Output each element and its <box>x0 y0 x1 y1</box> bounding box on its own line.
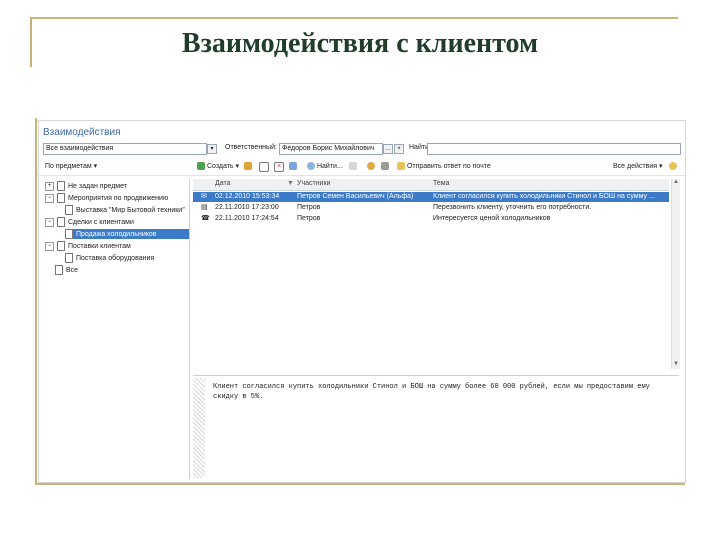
document-icon <box>65 205 73 215</box>
add-icon <box>197 162 205 171</box>
search-icon <box>307 162 315 170</box>
slide-rule-top <box>30 17 678 19</box>
create-button[interactable]: Создать ▾ <box>197 162 239 171</box>
document-icon <box>57 193 65 203</box>
task-icon: ▤ <box>201 204 208 211</box>
tree-item-deliveries[interactable]: − Поставки клиентам <box>45 241 131 251</box>
slide-rule-bottom <box>35 483 685 485</box>
topic-tree: + Не задан предмет − Мероприятия по продви… <box>43 179 190 479</box>
copy-icon <box>259 162 269 172</box>
collapse-icon[interactable]: − <box>45 217 54 227</box>
table-row[interactable]: ✉ 02.12.2010 15:53:34 Петров Семен Васил… <box>193 192 669 202</box>
app-window: Взаимодействия Все взаимодействия ▾ Отве… <box>38 120 686 483</box>
document-icon <box>55 265 63 275</box>
refresh-icon <box>289 162 297 170</box>
table-header: Дата ▼ Участники Тема <box>193 179 669 191</box>
document-icon <box>65 253 73 263</box>
delete-icon: × <box>274 162 284 172</box>
column-date[interactable]: Дата <box>215 180 231 187</box>
tree-item-no-topic[interactable]: + Не задан предмет <box>45 181 127 191</box>
flag-icon <box>381 162 389 170</box>
help-icon <box>669 162 677 170</box>
tree-item-all[interactable]: Все <box>55 265 78 275</box>
table-row[interactable]: ☎ 22.11.2010 17:24:54 Петров Интересуетс… <box>193 214 669 224</box>
refresh-button[interactable] <box>289 162 297 170</box>
window-title: Взаимодействия <box>43 127 121 138</box>
responsible-clear-button[interactable]: × <box>394 144 404 154</box>
person-icon <box>367 162 375 170</box>
document-icon <box>57 241 65 251</box>
by-topic-menu[interactable]: По предметам ▾ <box>45 162 97 170</box>
reply-button[interactable]: Отправить ответ по почте <box>397 162 491 170</box>
find-button[interactable]: Найти... <box>307 162 343 170</box>
slide-title: Взаимодействия с клиентом <box>181 28 539 59</box>
delete-button[interactable]: × <box>274 162 284 172</box>
document-icon <box>57 181 65 191</box>
mail-icon: ✉ <box>201 193 207 200</box>
expand-icon[interactable]: + <box>45 181 54 191</box>
description-panel: Клиент согласился купить холодильники Ст… <box>193 375 679 480</box>
scroll-down-icon[interactable]: ▼ <box>672 361 680 369</box>
sort-icon[interactable]: ▼ <box>287 180 294 187</box>
view-select[interactable]: Все взаимодействия <box>43 143 207 155</box>
filter-bar: Все взаимодействия ▾ Ответственный: Федо… <box>43 143 681 155</box>
tree-item-fridge-sale[interactable]: Продажа холодильников <box>65 229 189 239</box>
collapse-icon[interactable]: − <box>45 241 54 251</box>
pencil-icon <box>244 162 252 170</box>
phone-icon: ☎ <box>201 215 210 222</box>
tree-item-exhibition[interactable]: Выставка "Мир Бытовой техники" <box>65 205 185 215</box>
table-scrollbar[interactable]: ▲ ▼ <box>671 179 680 369</box>
status-button[interactable] <box>381 162 389 170</box>
interactions-table: Дата ▼ Участники Тема ✉ 02.12.2010 15:53… <box>193 179 669 369</box>
tree-item-deals[interactable]: − Сделки с клиентами <box>45 217 134 227</box>
tree-item-equipment[interactable]: Поставка оборудования <box>65 253 154 263</box>
help-button[interactable] <box>669 162 677 170</box>
slide-rule-left-lower <box>35 118 37 484</box>
document-icon <box>65 229 73 239</box>
column-participants[interactable]: Участники <box>297 180 330 187</box>
cancel-search-icon <box>349 162 357 170</box>
toolbar: По предметам ▾ Создать ▾ × Найти... Отпр… <box>39 159 685 176</box>
mail-icon <box>397 162 405 170</box>
find-input[interactable] <box>427 143 681 155</box>
table-row[interactable]: ▤ 22.11.2010 17:23:00 Петров Перезвонить… <box>193 203 669 213</box>
responsible-field[interactable]: Федоров Борис Михайлович <box>279 143 383 155</box>
responsible-label: Ответственный: <box>225 144 277 151</box>
scroll-up-icon[interactable]: ▲ <box>672 179 680 187</box>
all-actions-menu[interactable]: Все действия ▾ <box>613 162 663 170</box>
cancel-find-button[interactable] <box>349 162 357 170</box>
document-icon <box>57 217 65 227</box>
copy-button[interactable] <box>259 162 269 172</box>
column-subject[interactable]: Тема <box>433 180 449 187</box>
description-text: Клиент согласился купить холодильники Ст… <box>213 383 650 401</box>
responsible-select-button[interactable]: … <box>383 144 393 154</box>
edit-button[interactable] <box>244 162 252 170</box>
splitter-handle[interactable] <box>193 378 205 478</box>
tree-item-promotions[interactable]: − Мероприятия по продвижению <box>45 193 168 203</box>
view-dropdown-button[interactable]: ▾ <box>207 144 217 154</box>
contact-button[interactable] <box>367 162 375 170</box>
collapse-icon[interactable]: − <box>45 193 54 203</box>
